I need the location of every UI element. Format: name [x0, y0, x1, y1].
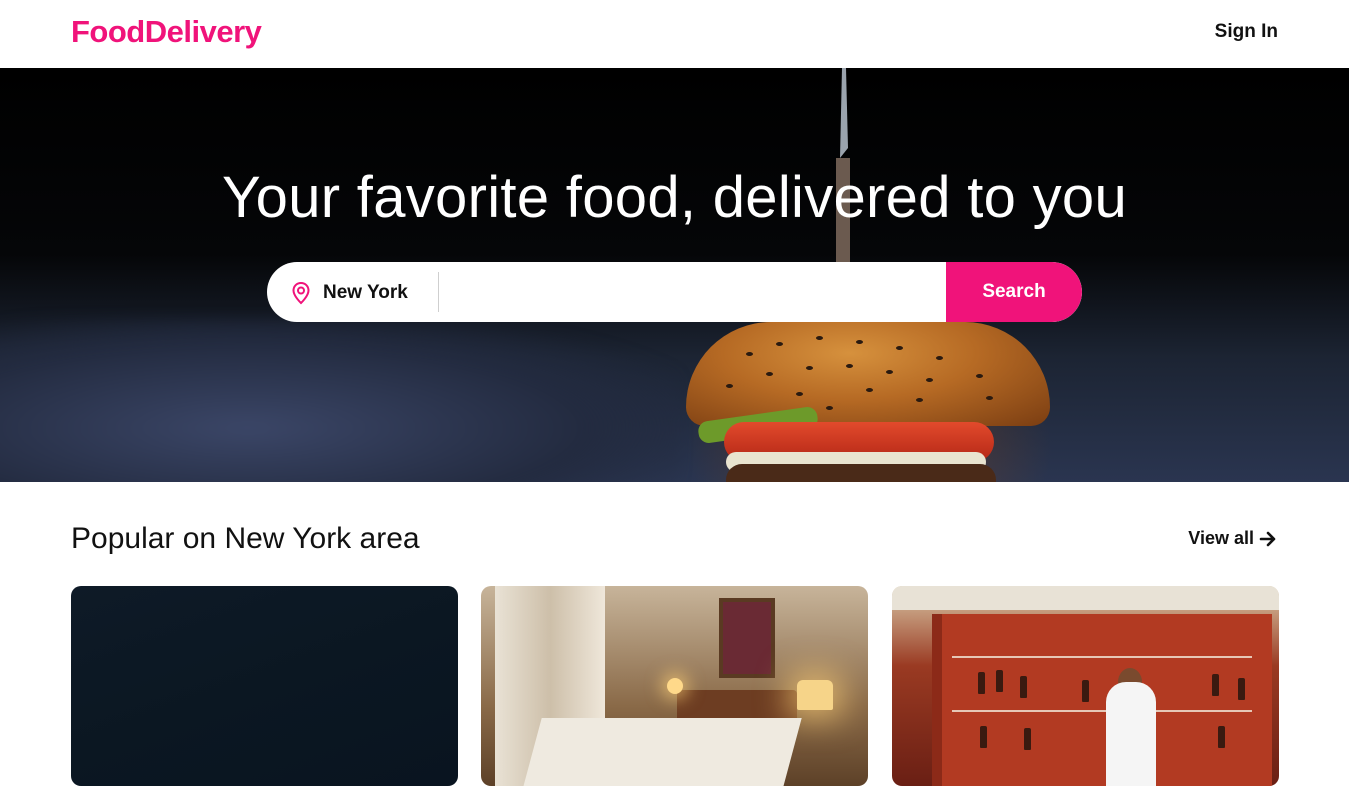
hero-title: Your favorite food, delivered to you: [221, 165, 1127, 230]
card-image-ceiling: [892, 586, 1279, 610]
popular-section-title: Popular on New York area: [71, 522, 420, 555]
search-divider: [438, 272, 439, 312]
card-image-bottle: [1024, 728, 1031, 750]
search-bar: New York Search: [267, 262, 1082, 322]
card-image-bottle: [1212, 674, 1219, 696]
arrow-right-icon: [1259, 531, 1276, 546]
top-navbar: FoodDelivery Sign In: [0, 0, 1349, 68]
search-input[interactable]: [451, 272, 941, 312]
card-image-shelf-row: [952, 656, 1252, 658]
card-image-bartender: [1106, 682, 1156, 786]
card-image-bed: [520, 718, 802, 786]
burger-bun: [686, 322, 1050, 426]
view-all-link[interactable]: View all: [1188, 528, 1278, 549]
card-image-bottle: [1238, 678, 1245, 700]
restaurant-card[interactable]: [892, 586, 1279, 786]
burger-patty: [726, 464, 996, 482]
hero-banner: Your favorite food, delivered to you New…: [0, 68, 1349, 482]
site-logo[interactable]: FoodDelivery: [71, 14, 262, 50]
card-image-bottle: [996, 670, 1003, 692]
hero-burger-image: [686, 322, 1050, 482]
card-image-painting: [719, 598, 775, 678]
location-selector[interactable]: New York: [323, 282, 408, 304]
card-image-shelf-row: [952, 710, 1252, 712]
search-button[interactable]: Search: [946, 262, 1082, 322]
sign-in-link[interactable]: Sign In: [1215, 21, 1278, 43]
card-image-bottle: [1020, 676, 1027, 698]
card-image-bottle: [1082, 680, 1089, 702]
restaurant-card[interactable]: [481, 586, 868, 786]
map-pin-icon[interactable]: [289, 281, 313, 305]
view-all-label: View all: [1188, 528, 1254, 548]
card-image-bottle: [980, 726, 987, 748]
hero-background-cloth: [0, 318, 680, 482]
card-image-bottle: [978, 672, 985, 694]
restaurant-card[interactable]: [71, 586, 458, 786]
card-image-bar-shelf: [932, 614, 1272, 786]
card-image-lamp: [667, 678, 683, 694]
card-image-bottle: [1218, 726, 1225, 748]
card-image-lamp: [797, 680, 833, 710]
